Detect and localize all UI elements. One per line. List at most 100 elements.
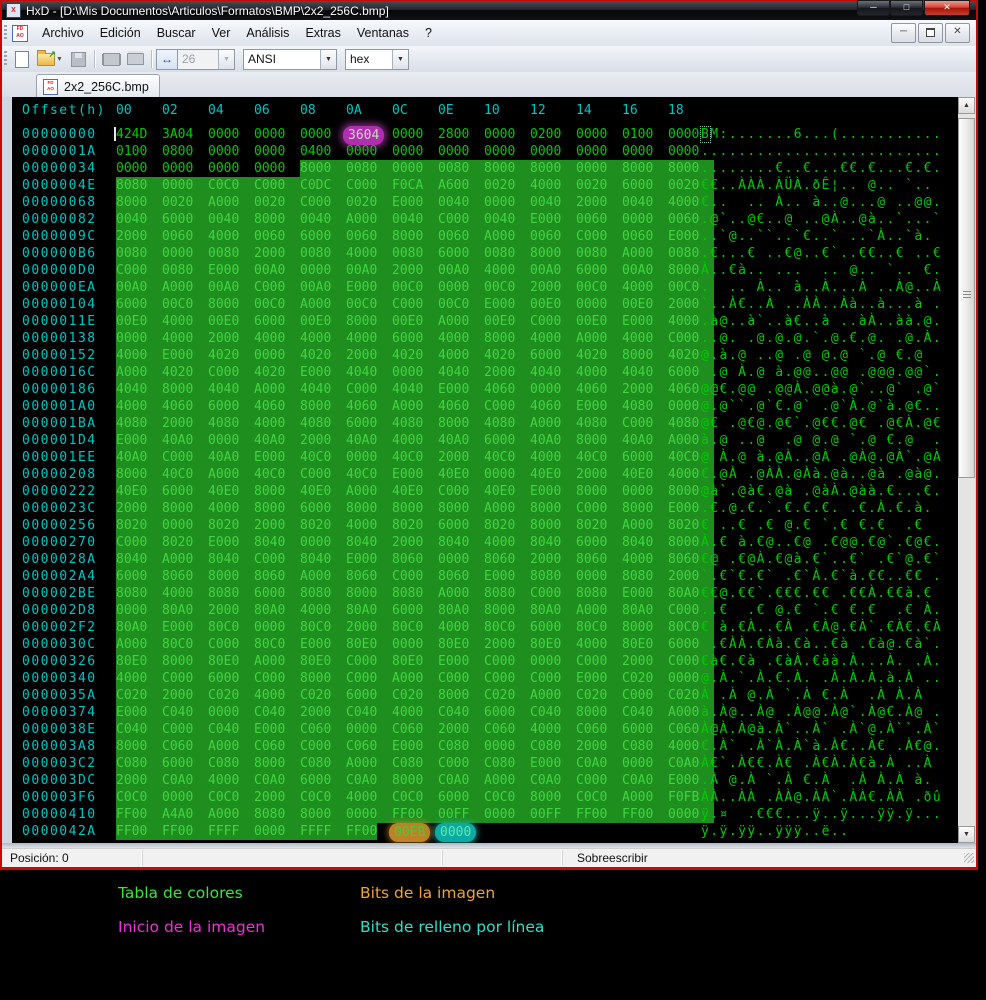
hex-cell[interactable]: 4000 <box>208 772 254 789</box>
hex-cell[interactable]: 00A0 <box>530 262 576 279</box>
hex-cell[interactable]: 00FF <box>530 806 576 823</box>
hex-cell[interactable]: 00E0 <box>484 313 530 330</box>
hex-cell[interactable]: 2000 <box>254 245 300 262</box>
hex-cell[interactable]: 8040 <box>438 534 484 551</box>
hex-cell[interactable]: 4000 <box>208 228 254 245</box>
hex-cell[interactable]: 80C0 <box>254 636 300 653</box>
hex-cell[interactable]: C000 <box>438 211 484 228</box>
hex-cell[interactable]: 4080 <box>208 415 254 432</box>
hex-cell[interactable]: 8000 <box>438 500 484 517</box>
hex-cell[interactable]: E000 <box>208 534 254 551</box>
hex-cell[interactable]: 8040 <box>346 534 392 551</box>
hex-cell[interactable]: E000 <box>346 279 392 296</box>
hex-cell[interactable]: 2000 <box>162 415 208 432</box>
hex-cell[interactable]: 8000 <box>530 160 576 177</box>
hex-cell[interactable]: C000 <box>530 670 576 687</box>
hex-cell[interactable]: C000 <box>438 670 484 687</box>
hex-cell[interactable]: 0000 <box>346 449 392 466</box>
hex-cell[interactable]: 8000 <box>438 687 484 704</box>
hex-cell[interactable]: C020 <box>622 670 668 687</box>
hex-cell[interactable]: 4080 <box>484 415 530 432</box>
hex-cell[interactable]: 00C0 <box>346 296 392 313</box>
ascii-column[interactable]: @à`.@à€.@à .@àÀ.@àà.€...€. <box>701 483 942 500</box>
hex-cell[interactable]: 8000 <box>162 500 208 517</box>
hex-cell[interactable]: 0000 <box>438 143 484 160</box>
ascii-column[interactable]: €.. .. À.. à..@...@ ..@@. <box>701 194 942 211</box>
hex-cell[interactable]: 40E0 <box>300 483 346 500</box>
hex-cell[interactable]: 8000 <box>254 755 300 772</box>
ascii-column[interactable]: . .. À.. à..À...À ..À@..À <box>701 279 942 296</box>
hex-cell[interactable]: A000 <box>346 211 392 228</box>
hex-cell[interactable]: A000 <box>530 415 576 432</box>
ascii-column[interactable]: €.@À .@ÀÀ.@Àà.@à..@à .@à@. <box>701 466 942 483</box>
document-icon[interactable]: FD AO <box>12 24 28 42</box>
hex-cell[interactable]: 6000 <box>346 687 392 704</box>
hex-cell[interactable]: 40E0 <box>622 466 668 483</box>
hex-cell[interactable]: 8000 <box>392 500 438 517</box>
hex-cell[interactable]: 4060 <box>254 398 300 415</box>
hex-cell[interactable]: 0400 <box>300 143 346 160</box>
hex-cell[interactable]: 3604 <box>343 126 392 145</box>
scroll-down-icon[interactable]: ▼ <box>958 826 975 843</box>
hex-cell[interactable]: C000 <box>254 670 300 687</box>
hex-cell[interactable]: 0040 <box>530 194 576 211</box>
hex-cell[interactable]: 2000 <box>484 636 530 653</box>
hex-cell[interactable]: 0000 <box>116 160 162 177</box>
ascii-column[interactable]: À..€à.. ... .. @.. `.. €. <box>701 262 942 279</box>
hex-cell[interactable]: C0C0 <box>208 177 254 194</box>
hex-cell[interactable]: 8000 <box>530 245 576 262</box>
hex-cell[interactable]: 6000 <box>622 177 668 194</box>
hex-cell[interactable]: 0000 <box>438 551 484 568</box>
hex-cell[interactable]: 0000 <box>438 279 484 296</box>
hex-cell[interactable]: 0000 <box>530 143 576 160</box>
hex-cell[interactable]: 0000 <box>208 432 254 449</box>
hex-cell[interactable]: 0000 <box>622 211 668 228</box>
hex-cell[interactable]: 8000 <box>300 398 346 415</box>
hex-cell[interactable]: 6000 <box>346 415 392 432</box>
hex-cell[interactable]: 4080 <box>622 398 668 415</box>
hex-cell[interactable]: 8000 <box>530 517 576 534</box>
hex-cell[interactable]: 00A0 <box>622 262 668 279</box>
hex-cell[interactable]: 6000 <box>576 534 622 551</box>
hex-cell[interactable]: 8000 <box>116 466 162 483</box>
hex-cell[interactable]: C000 <box>346 653 392 670</box>
ascii-column[interactable]: ..`@..``..`€..` ..`À..`à. <box>701 228 933 245</box>
hex-cell[interactable]: 4000 <box>254 330 300 347</box>
hex-cell[interactable]: 0000 <box>208 160 254 177</box>
ascii-column[interactable]: .À @.À `.À €.À .À À.À à. <box>701 772 933 789</box>
hex-cell[interactable]: 4000 <box>346 789 392 806</box>
hex-cell[interactable]: 8000 <box>576 483 622 500</box>
hex-cell[interactable]: C000 <box>116 534 162 551</box>
hex-cell[interactable]: 0040 <box>392 211 438 228</box>
hex-cell[interactable]: 4040 <box>116 381 162 398</box>
hex-cell[interactable]: 80E0 <box>622 636 668 653</box>
hex-cell[interactable]: C020 <box>484 687 530 704</box>
minimize-button[interactable]: ─ <box>857 0 890 16</box>
ascii-column[interactable]: BM:.......6...(........... <box>699 126 942 143</box>
hex-cell[interactable]: A000 <box>530 687 576 704</box>
ascii-column[interactable]: .€.@.€.`.€.€.€. .€.À.€.à. <box>701 500 933 517</box>
hex-cell[interactable]: 4000 <box>530 721 576 738</box>
hex-cell[interactable]: 0020 <box>576 177 622 194</box>
hex-cell[interactable]: C000 <box>530 585 576 602</box>
hex-cell[interactable]: 2800 <box>438 126 484 143</box>
hex-cell[interactable]: C080 <box>484 755 530 772</box>
hex-cell[interactable]: 40C0 <box>346 466 392 483</box>
hex-cell[interactable]: 0040 <box>438 194 484 211</box>
ascii-column[interactable]: @.À.`.À.€.À. .À.À.À.à.À .. <box>701 670 942 687</box>
hex-cell[interactable]: 4000 <box>392 704 438 721</box>
hex-cell[interactable]: 8000 <box>300 806 346 823</box>
hex-cell[interactable]: 0000 <box>254 823 300 840</box>
ascii-column[interactable]: @€ .@€@.@€`.@€€.@€ .@€À.@€ <box>701 415 942 432</box>
hex-cell[interactable]: E000 <box>162 347 208 364</box>
hex-cell[interactable]: A000 <box>576 602 622 619</box>
hex-cell[interactable]: 40A0 <box>346 432 392 449</box>
hex-cell[interactable]: A000 <box>208 194 254 211</box>
hex-cell[interactable]: E000 <box>438 653 484 670</box>
hex-cell[interactable]: 4080 <box>392 415 438 432</box>
hex-cell[interactable]: E000 <box>576 670 622 687</box>
ascii-column[interactable]: .€...€ ..€@..€`..€€..€ ..€ <box>701 245 942 262</box>
hex-cell[interactable]: C000 <box>622 415 668 432</box>
hex-cell[interactable]: 00A0 <box>254 262 300 279</box>
hex-cell[interactable]: 00E0 <box>208 313 254 330</box>
